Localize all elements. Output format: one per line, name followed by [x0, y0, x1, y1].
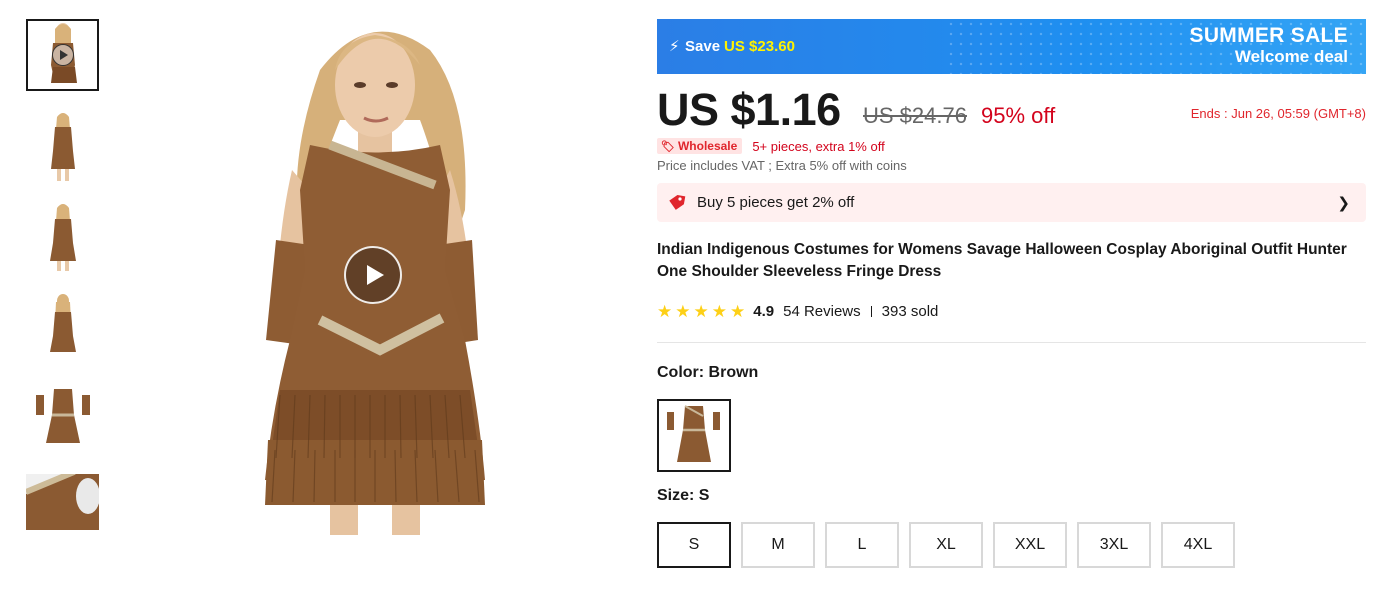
sale-title: SUMMER SALE Welcome deal [1190, 25, 1348, 67]
size-option-xxl[interactable]: XXL [993, 522, 1067, 568]
play-video-button[interactable] [344, 246, 402, 304]
deal-end-time: Ends : Jun 26, 05:59 (GMT+8) [1190, 106, 1366, 121]
product-title: Indian Indigenous Costumes for Womens Sa… [657, 241, 1347, 280]
size-option-4xl[interactable]: 4XL [1161, 522, 1235, 568]
lightning-icon: ⚡ [669, 38, 680, 55]
separator [870, 305, 872, 317]
color-swatch-brown[interactable] [657, 399, 731, 472]
promo-text: Buy 5 pieces get 2% off [697, 194, 855, 211]
model-photo [49, 204, 76, 271]
star-icon: ★ [730, 301, 746, 321]
wholesale-badge-label: Wholesale [677, 139, 738, 153]
size-option-s[interactable]: S [657, 522, 731, 568]
size-label: Size: S [657, 487, 710, 504]
size-option-l[interactable]: L [825, 522, 899, 568]
star-rating: ★ ★ ★ ★ ★ [657, 303, 745, 320]
sale-title-line1: SUMMER SALE [1189, 24, 1348, 47]
product-photo [35, 389, 90, 443]
summer-sale-banner: ⚡ Save US $23.60 SUMMER SALE Welcome dea… [657, 19, 1366, 74]
size-option-xl[interactable]: XL [909, 522, 983, 568]
sold-count: 393 sold [881, 302, 939, 320]
play-icon [51, 44, 74, 66]
product-info-panel: ⚡ Save US $23.60 SUMMER SALE Welcome dea… [657, 19, 1366, 568]
tag-icon: 🏷 [661, 140, 675, 153]
model-photo [49, 294, 76, 352]
rating-value: 4.9 [753, 302, 775, 320]
thumbnail-front[interactable] [26, 110, 99, 182]
wholesale-offer: 5+ pieces, extra 1% off [752, 138, 885, 154]
wholesale-row: 🏷 Wholesale 5+ pieces, extra 1% off [657, 137, 1366, 155]
size-option-m[interactable]: M [741, 522, 815, 568]
wholesale-badge: 🏷 Wholesale [657, 138, 743, 154]
star-icon: ★ [711, 301, 727, 321]
thumbnail-video[interactable] [26, 19, 99, 91]
model-photo [50, 113, 75, 181]
save-value: US $23.60 [724, 38, 795, 55]
rating-row: ★ ★ ★ ★ ★ 4.9 54 Reviews 393 sold [657, 301, 1366, 321]
divider [657, 342, 1366, 343]
price-row: US $1.16 US $24.76 95% off Ends : Jun 26… [657, 84, 1366, 142]
save-label: Save [685, 38, 721, 55]
thumbnail-full[interactable] [26, 200, 99, 272]
chevron-right-icon: ❯ [1337, 195, 1350, 212]
size-options: S M L XL XXL 3XL 4XL [657, 522, 1366, 568]
thumbnail-flatlay[interactable] [26, 382, 99, 454]
color-label: Color: Brown [657, 364, 759, 381]
star-icon: ★ [693, 301, 709, 321]
thumbnail-back[interactable] [26, 291, 99, 363]
star-icon: ★ [657, 301, 673, 321]
swatch-image [667, 404, 720, 462]
thumbnail-detail[interactable] [26, 474, 99, 530]
original-price: US $24.76 [863, 103, 967, 128]
size-option-3xl[interactable]: 3XL [1077, 522, 1151, 568]
bulk-discount-promo[interactable]: Buy 5 pieces get 2% off ❯ [657, 183, 1366, 222]
reviews-link[interactable]: 54 Reviews [783, 303, 861, 320]
discount-percent: 95% off [981, 103, 1056, 128]
detail-photo [26, 474, 99, 530]
current-price: US $1.16 [657, 84, 841, 135]
star-icon: ★ [675, 301, 691, 321]
main-product-image[interactable] [180, 10, 580, 535]
sale-title-line2: Welcome deal [1234, 47, 1348, 66]
vat-note: Price includes VAT ; Extra 5% off with c… [657, 158, 907, 173]
price-tag-icon [669, 194, 686, 210]
save-amount: ⚡ Save US $23.60 [669, 38, 795, 55]
